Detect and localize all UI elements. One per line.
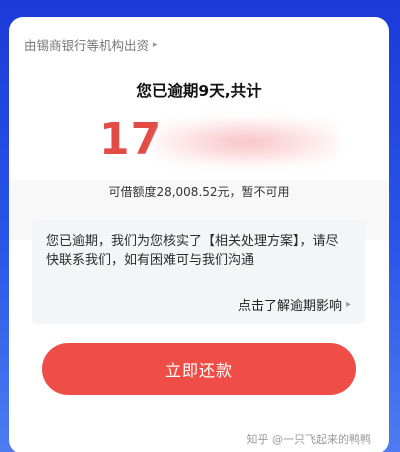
funding-source[interactable]: 由锡商银行等机构出资 ▸	[24, 35, 158, 54]
overdue-impact-label: 点击了解逾期影响	[237, 299, 342, 314]
overdue-amount-row: 17	[99, 114, 341, 170]
overdue-headline: 您已逾期9天,共计	[136, 82, 262, 100]
chevron-right-icon: ▸	[345, 299, 351, 310]
chevron-right-icon: ▸	[153, 39, 158, 50]
funding-source-label: 由锡商银行等机构出资	[24, 38, 150, 53]
notice-text: 您已逾期，我们为您核实了【相关处理方案】，请尽快联系我们，如有困难可与我们沟通	[46, 234, 339, 268]
repay-now-button[interactable]: 立即还款	[42, 343, 356, 395]
zhihu-watermark: 知乎 @一只飞起来的鸭鸭	[246, 433, 372, 446]
credit-limit-text: 可借额度28,008.52元，暂不可用	[108, 185, 290, 199]
overdue-impact-link[interactable]: 点击了解逾期影响 ▸	[238, 295, 351, 314]
overdue-card: 由锡商银行等机构出资 ▸ 您已逾期9天,共计 17 可借额度28,008.52元…	[9, 17, 389, 452]
redaction-blur	[151, 118, 341, 166]
overdue-notice: 您已逾期，我们为您核实了【相关处理方案】，请尽快联系我们，如有困难可与我们沟通 …	[32, 220, 365, 324]
